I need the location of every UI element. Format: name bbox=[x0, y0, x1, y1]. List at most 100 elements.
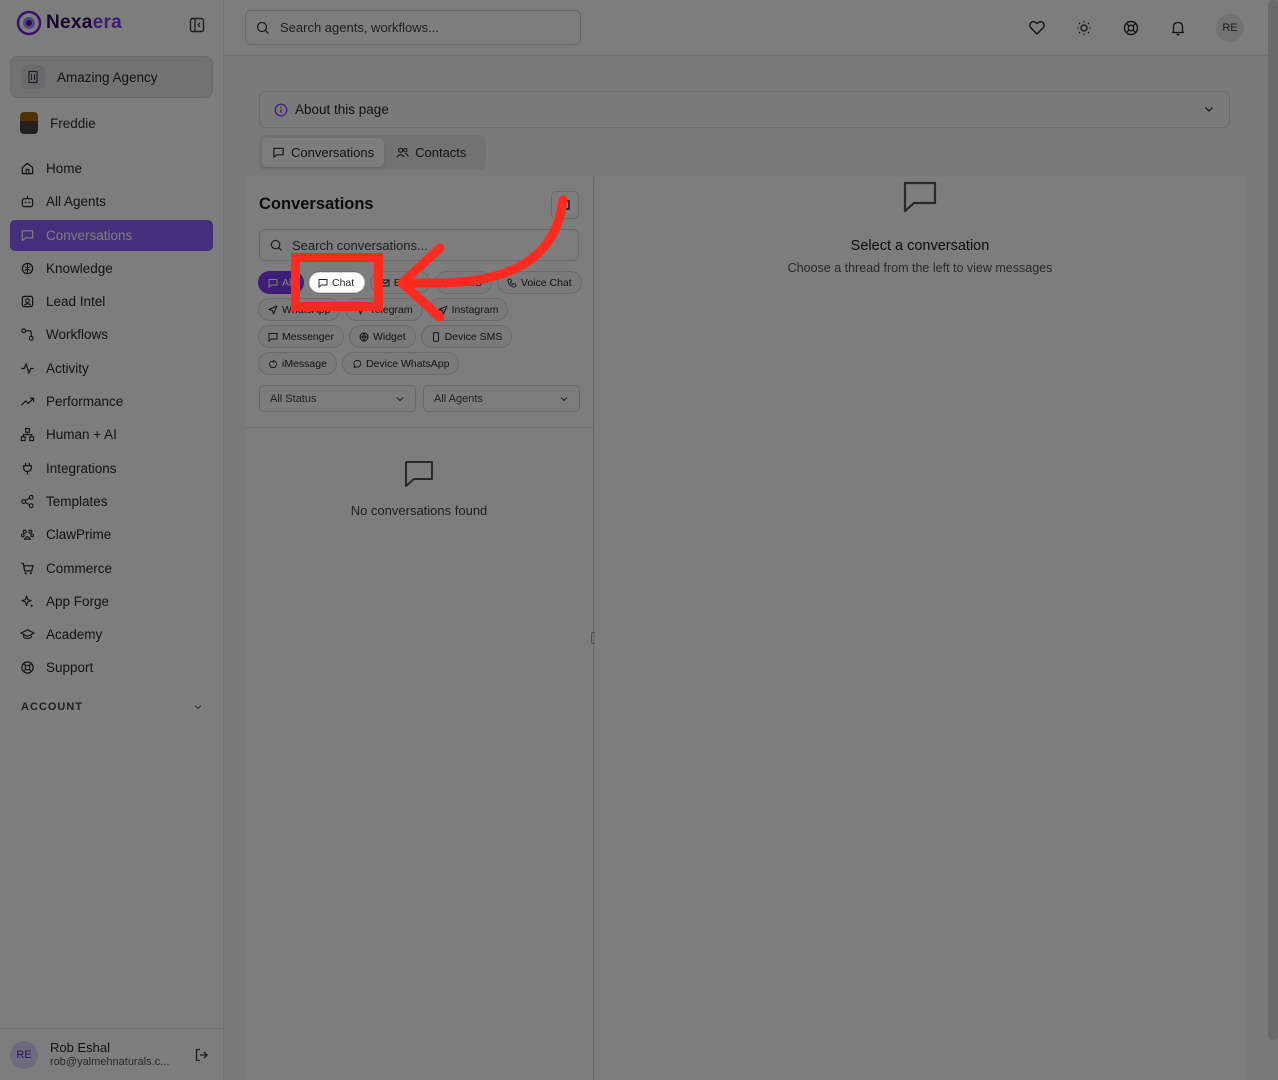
status-filter-select[interactable]: All Status bbox=[259, 385, 416, 412]
top-bar: Search agents, workflows... RE bbox=[224, 0, 1278, 56]
page-scrollbar[interactable] bbox=[1268, 0, 1278, 1040]
chip-imessage[interactable]: iMessage bbox=[258, 352, 337, 375]
sidebar-item-integrations[interactable]: Integrations bbox=[10, 453, 213, 484]
search-icon bbox=[270, 239, 283, 251]
orbit-logo-icon bbox=[16, 10, 42, 36]
chip-sms[interactable]: SMS bbox=[435, 271, 492, 294]
tab-conversations[interactable]: Conversations bbox=[262, 138, 385, 167]
home-icon bbox=[21, 162, 34, 175]
footer-user-email: rob@yalmehnaturals.c... bbox=[50, 1055, 170, 1068]
smartphone-icon bbox=[432, 331, 439, 342]
graduation-cap-icon bbox=[20, 629, 35, 640]
sun-icon[interactable] bbox=[1075, 19, 1093, 37]
conversation-list-panel: Conversations Search conversations... Al… bbox=[245, 177, 594, 1080]
sidebar-nav: Home All Agents Conversations Knowledge … bbox=[10, 153, 213, 686]
plug-icon bbox=[23, 462, 32, 475]
globe-icon bbox=[359, 332, 369, 342]
account-section-toggle[interactable]: ACCOUNT bbox=[21, 701, 203, 713]
message-circle-icon bbox=[353, 359, 362, 368]
sidebar-item-lead-intel[interactable]: Lead Intel bbox=[10, 286, 213, 317]
users-icon bbox=[396, 147, 409, 158]
message-square-icon bbox=[268, 278, 278, 288]
logout-icon[interactable] bbox=[194, 1047, 210, 1063]
trending-up-icon bbox=[20, 397, 35, 406]
workflow-icon bbox=[21, 328, 34, 342]
tab-contacts[interactable]: Contacts bbox=[386, 138, 476, 167]
sidebar-item-all-agents[interactable]: All Agents bbox=[10, 186, 213, 217]
agency-switcher[interactable]: Amazing Agency bbox=[10, 56, 213, 98]
contact-card-icon bbox=[21, 295, 34, 308]
cart-icon bbox=[21, 562, 34, 574]
agency-name: Amazing Agency bbox=[57, 69, 158, 85]
search-icon bbox=[256, 21, 269, 34]
empty-conversations-state: No conversations found bbox=[245, 457, 593, 518]
message-square-icon bbox=[21, 229, 34, 241]
sidebar-item-commerce[interactable]: Commerce bbox=[10, 553, 213, 584]
bot-icon bbox=[21, 196, 34, 208]
heart-icon[interactable] bbox=[1028, 19, 1046, 37]
account-footer: RE Rob Eshal rob@yalmehnaturals.c... bbox=[0, 1028, 224, 1080]
avatar[interactable]: RE bbox=[1216, 14, 1244, 42]
bell-icon[interactable] bbox=[1169, 19, 1187, 37]
sidebar-item-home[interactable]: Home bbox=[10, 153, 213, 184]
sidebar-item-app-forge[interactable]: App Forge bbox=[10, 586, 213, 617]
chevron-down-icon bbox=[560, 396, 568, 401]
footer-user-name: Rob Eshal bbox=[50, 1039, 110, 1055]
current-user[interactable]: Freddie bbox=[20, 112, 96, 134]
chip-device-whatsapp[interactable]: Device WhatsApp bbox=[341, 352, 460, 375]
sidebar-item-support[interactable]: Support bbox=[10, 652, 213, 683]
chip-messenger[interactable]: Messenger bbox=[258, 325, 344, 348]
divider bbox=[245, 427, 593, 428]
sidebar-item-human-ai[interactable]: Human + AI bbox=[10, 419, 213, 450]
sidebar-item-knowledge[interactable]: Knowledge bbox=[10, 253, 213, 284]
lifebuoy-icon bbox=[21, 661, 34, 675]
sidebar-item-clawprime[interactable]: ClawPrime bbox=[10, 519, 213, 550]
brand-logo[interactable]: Nexaera bbox=[16, 10, 122, 36]
global-search-input[interactable]: Search agents, workflows... bbox=[245, 10, 581, 45]
send-icon bbox=[268, 305, 278, 314]
phone-icon bbox=[507, 278, 517, 287]
message-square-icon bbox=[903, 181, 937, 213]
brand-name: Nexaera bbox=[46, 12, 123, 33]
message-square-icon bbox=[273, 147, 284, 158]
avatar bbox=[20, 112, 38, 134]
chip-device-sms[interactable]: Device SMS bbox=[420, 325, 513, 348]
panel-title: Conversations bbox=[259, 195, 374, 213]
empty-detail-subtitle: Choose a thread from the left to view me… bbox=[787, 261, 1053, 275]
sidebar-item-academy[interactable]: Academy bbox=[10, 619, 213, 650]
chip-instagram[interactable]: Instagram bbox=[427, 298, 509, 321]
message-square-icon bbox=[445, 278, 455, 288]
about-page-accordion[interactable]: About this page bbox=[259, 91, 1230, 128]
user-name: Freddie bbox=[50, 115, 96, 131]
brain-icon bbox=[21, 262, 34, 275]
avatar[interactable]: RE bbox=[10, 1040, 38, 1069]
chip-voice-chat[interactable]: Voice Chat bbox=[496, 271, 582, 294]
share-icon bbox=[21, 494, 34, 509]
chip-widget[interactable]: Widget bbox=[348, 325, 416, 348]
sparkles-icon bbox=[21, 595, 34, 608]
chevron-down-icon bbox=[194, 705, 202, 710]
paw-icon bbox=[20, 529, 35, 541]
message-square-icon bbox=[268, 332, 278, 342]
conversation-detail-panel: Select a conversation Choose a thread fr… bbox=[595, 177, 1245, 1080]
view-tabs: Conversations Contacts bbox=[259, 135, 486, 170]
empty-list-text: No conversations found bbox=[350, 503, 488, 518]
sidebar-item-activity[interactable]: Activity bbox=[10, 353, 213, 384]
edit-icon bbox=[560, 200, 570, 210]
collapse-sidebar-icon[interactable] bbox=[188, 16, 206, 34]
sidebar-item-workflows[interactable]: Workflows bbox=[10, 319, 213, 350]
new-conversation-button[interactable] bbox=[551, 191, 579, 219]
chevron-down-icon bbox=[396, 396, 404, 401]
empty-detail-state: Select a conversation Choose a thread fr… bbox=[595, 177, 1245, 275]
sidebar-item-conversations[interactable]: Conversations bbox=[10, 219, 213, 251]
sidebar-item-performance[interactable]: Performance bbox=[10, 386, 213, 417]
info-icon bbox=[274, 103, 288, 116]
sidebar-item-templates[interactable]: Templates bbox=[10, 486, 213, 517]
annotation-highlight-box bbox=[291, 253, 383, 311]
send-icon bbox=[438, 305, 448, 314]
chevron-down-icon bbox=[1205, 107, 1213, 112]
apple-icon bbox=[269, 359, 277, 368]
lifebuoy-icon[interactable] bbox=[1122, 19, 1140, 37]
building-icon bbox=[21, 65, 45, 89]
agent-filter-select[interactable]: All Agents bbox=[423, 385, 580, 412]
